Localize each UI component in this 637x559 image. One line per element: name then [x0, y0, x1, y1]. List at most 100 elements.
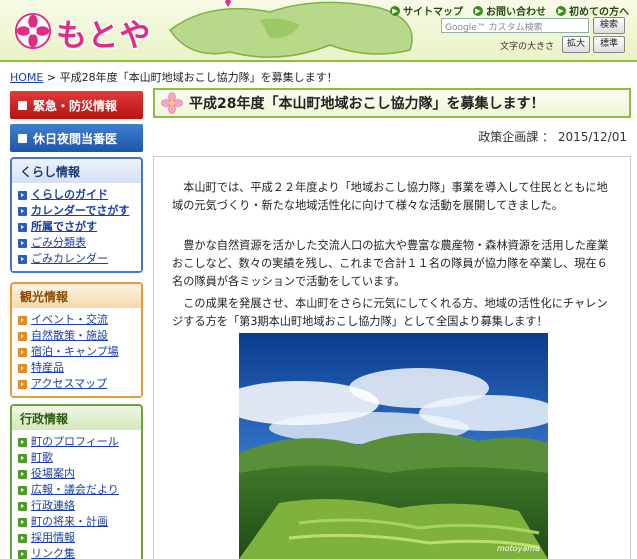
list-item: 町歌	[18, 450, 135, 466]
bullet-arrow-icon	[18, 437, 27, 447]
emergency-label: 緊急・防災情報	[33, 98, 118, 113]
breadcrumb: HOME > 平成28年度「本山町地域おこし協力隊」を募集します！	[10, 69, 338, 85]
garbage-calendar-link[interactable]: ごみカレンダー	[31, 251, 108, 267]
article-body: 本山町では、平成２２年度より「地域おこし協力隊」事業を導入して住民とともに地域の…	[153, 156, 631, 559]
bullet-arrow-icon	[18, 347, 27, 357]
department-search-link[interactable]: 所属でさがす	[31, 219, 97, 235]
town-song-link[interactable]: 町歌	[31, 450, 53, 466]
bullet-arrow-icon	[18, 533, 27, 543]
department-date: 政策企画課 ： 2015/12/01	[478, 130, 627, 144]
bullet-arrow-icon	[18, 206, 27, 216]
site-logo[interactable]: もとやま	[14, 10, 174, 54]
list-item: 宿泊・キャンプ場	[18, 344, 135, 360]
list-item: 採用情報	[18, 530, 135, 546]
garbage-table-link[interactable]: ごみ分類表	[31, 235, 86, 251]
font-size-standard-button[interactable]: 標準	[593, 36, 625, 53]
gyosei-title: 行政情報	[12, 406, 141, 430]
bullet-arrow-icon	[18, 331, 27, 341]
arrow-right-icon: ▶	[390, 5, 400, 16]
bullet-arrow-icon	[18, 517, 27, 527]
list-item: 町の将来・計画	[18, 514, 135, 530]
list-item: ごみカレンダー	[18, 251, 135, 267]
bullet-arrow-icon	[18, 453, 27, 463]
breadcrumb-separator: >	[46, 71, 57, 84]
list-item: アクセスマップ	[18, 376, 135, 392]
admin-notice-link[interactable]: 行政連絡	[31, 498, 75, 514]
square-icon	[18, 133, 27, 143]
bullet-arrow-icon	[18, 501, 27, 511]
emergency-info-button[interactable]: 緊急・防災情報	[10, 91, 143, 119]
list-item: 役場案内	[18, 466, 135, 482]
products-link[interactable]: 特産品	[31, 360, 64, 376]
sitemap-link[interactable]: ▶ サイトマップ	[390, 3, 463, 18]
holiday-doctor-button[interactable]: 休日夜間当番医	[10, 124, 143, 152]
list-item: くらしのガイド	[18, 187, 135, 203]
first-visit-label: 初めての方へ	[569, 7, 629, 18]
event-link[interactable]: イベント・交流	[31, 312, 108, 328]
flower-icon	[161, 92, 183, 114]
kurashi-panel: くらし情報 くらしのガイド カレンダーでさがす 所属でさがす ごみ分類表 ごみカ…	[10, 157, 143, 273]
site-header: もとやま ▶ サイトマップ ▶ お問い合わせ ▶ 初めての方へ Google™ …	[0, 0, 637, 62]
bullet-arrow-icon	[18, 379, 27, 389]
office-guide-link[interactable]: 役場案内	[31, 466, 75, 482]
logo-text: もとやま	[56, 18, 152, 54]
kurashi-title: くらし情報	[12, 159, 141, 183]
breadcrumb-home-link[interactable]: HOME	[10, 71, 43, 84]
recruit-link[interactable]: 採用情報	[31, 530, 75, 546]
access-map-link[interactable]: アクセスマップ	[31, 376, 107, 392]
shikoku-map-illustration	[168, 0, 413, 58]
photo-credit: motoyama	[496, 544, 540, 553]
nature-link[interactable]: 自然散策・施設	[31, 328, 108, 344]
utility-nav: ▶ サイトマップ ▶ お問い合わせ ▶ 初めての方へ	[390, 3, 629, 18]
kurashi-guide-link[interactable]: くらしのガイド	[31, 187, 108, 203]
list-item: リンク集	[18, 546, 135, 559]
list-item: カレンダーでさがす	[18, 203, 135, 219]
bullet-arrow-icon	[18, 190, 27, 200]
list-item: ごみ分類表	[18, 235, 135, 251]
list-item: 行政連絡	[18, 498, 135, 514]
pr-newsletter-link[interactable]: 広報・議会だより	[31, 482, 119, 498]
kanko-panel: 観光情報 イベント・交流 自然散策・施設 宿泊・キャンプ場 特産品 アクセスマッ…	[10, 282, 143, 398]
bullet-arrow-icon	[18, 363, 27, 373]
bullet-arrow-icon	[18, 315, 27, 325]
article-paragraph: 本山町では、平成２２年度より「地域おこし協力隊」事業を導入して住民とともに地域の…	[172, 181, 608, 212]
search-button[interactable]: 検索	[593, 17, 625, 34]
page-title-text: 平成28年度「本山町地域おこし協力隊」を募集します！	[189, 96, 545, 112]
bullet-arrow-icon	[18, 469, 27, 479]
list-item: 自然散策・施設	[18, 328, 135, 344]
arrow-right-icon: ▶	[556, 5, 566, 16]
font-size-large-button[interactable]: 拡大	[562, 36, 590, 53]
town-profile-link[interactable]: 町のプロフィール	[31, 434, 119, 450]
arrow-right-icon: ▶	[473, 5, 483, 16]
links-link[interactable]: リンク集	[31, 546, 75, 559]
gyosei-panel: 行政情報 町のプロフィール 町歌 役場案内 広報・議会だより 行政連絡 町の将来…	[10, 404, 143, 559]
list-item: 町のプロフィール	[18, 434, 135, 450]
bullet-arrow-icon	[18, 485, 27, 495]
lodging-link[interactable]: 宿泊・キャンプ場	[31, 344, 119, 360]
calendar-search-link[interactable]: カレンダーでさがす	[31, 203, 129, 219]
square-icon	[18, 100, 27, 110]
landscape-photo: motoyama	[239, 333, 548, 559]
list-item: 所属でさがす	[18, 219, 135, 235]
holiday-label: 休日夜間当番医	[33, 131, 118, 146]
list-item: 特産品	[18, 360, 135, 376]
article-paragraph: 豊かな自然資源を活かした交流人口の拡大や豊富な農産物・森林資源を活用した産業おこ…	[172, 239, 609, 288]
contact-label: お問い合わせ	[486, 7, 546, 18]
breadcrumb-current: 平成28年度「本山町地域おこし協力隊」を募集します！	[59, 71, 338, 84]
kanko-title: 観光情報	[12, 284, 141, 308]
font-size-label: 文字の大きさ	[500, 42, 555, 52]
town-plan-link[interactable]: 町の将来・計画	[31, 514, 108, 530]
contact-link[interactable]: ▶ お問い合わせ	[473, 3, 546, 18]
bullet-arrow-icon	[18, 222, 27, 232]
bullet-arrow-icon	[18, 549, 27, 559]
page-title: 平成28年度「本山町地域おこし協力隊」を募集します！	[153, 88, 631, 118]
article-paragraph: この成果を発展させ、本山町をさらに元気にしてくれる方、地域の活性化にチャレンジす…	[172, 297, 608, 328]
search-input[interactable]: Google™ カスタム検索	[441, 18, 589, 33]
list-item: イベント・交流	[18, 312, 135, 328]
list-item: 広報・議会だより	[18, 482, 135, 498]
bullet-arrow-icon	[18, 254, 27, 264]
sitemap-label: サイトマップ	[403, 7, 463, 18]
first-visit-link[interactable]: ▶ 初めての方へ	[556, 3, 629, 18]
town-emblem-icon	[14, 12, 52, 50]
bullet-arrow-icon	[18, 238, 27, 248]
